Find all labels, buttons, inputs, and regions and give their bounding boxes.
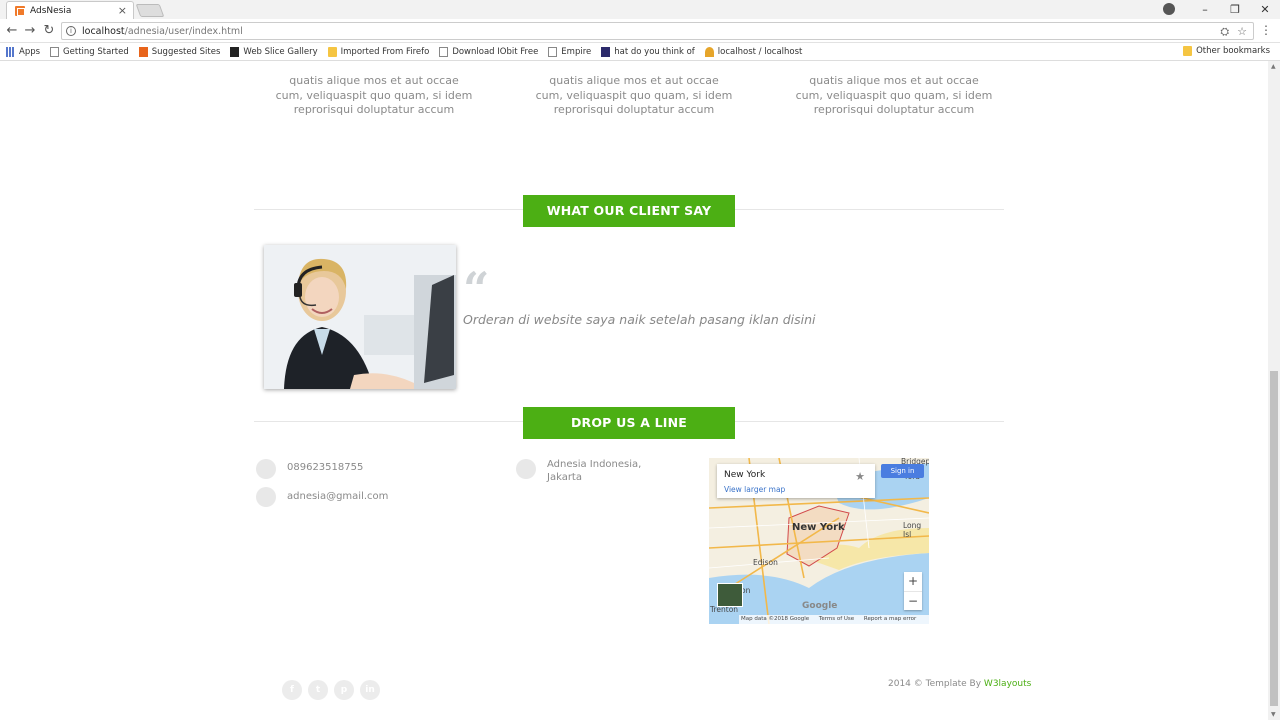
zoom-out-button[interactable]: −	[904, 591, 922, 610]
page-icon	[548, 46, 558, 57]
pinterest-icon[interactable]: p	[334, 680, 354, 700]
other-bookmarks[interactable]: Other bookmarks	[1183, 46, 1270, 56]
w3layouts-link[interactable]: W3layouts	[984, 679, 1031, 689]
feature-text-1: quatis alique mos et aut occae cum, veli…	[275, 74, 473, 116]
copyright-text: 2014 © Template By	[888, 679, 984, 689]
scroll-down-arrow-icon[interactable]: ▼	[1271, 711, 1276, 718]
folder-icon	[1183, 46, 1193, 56]
twitter-icon[interactable]: t	[308, 680, 328, 700]
address-bar[interactable]: i localhost/adnesia/user/index.html ⛭ ☆	[61, 22, 1254, 40]
map-city-label: New York	[792, 522, 845, 533]
reload-icon[interactable]: ↻	[41, 23, 57, 38]
satellite-toggle[interactable]	[717, 583, 743, 607]
restore-button[interactable]: ❐	[1220, 3, 1250, 16]
info-icon[interactable]: i	[66, 26, 76, 36]
scroll-up-arrow-icon[interactable]: ▲	[1271, 63, 1276, 70]
apps-icon	[6, 46, 15, 57]
map-report-link[interactable]: Report a map error	[864, 616, 916, 622]
browser-toolbar: ← → ↻ i localhost/adnesia/user/index.htm…	[0, 19, 1280, 43]
tab-close-icon[interactable]: ×	[118, 4, 127, 17]
page-icon	[439, 46, 449, 57]
bookmark-getting-started[interactable]: Getting Started	[50, 46, 129, 57]
close-window-button[interactable]: ✕	[1250, 3, 1280, 16]
phpmyadmin-icon	[704, 46, 714, 57]
browser-tab[interactable]: AdsNesia ×	[6, 1, 134, 19]
contact-address-line2: Jakarta	[547, 472, 582, 483]
location-pin-icon	[516, 459, 536, 479]
contact-address-line1: Adnesia Indonesia,	[547, 459, 642, 470]
bookmark-apps[interactable]: Apps	[6, 46, 40, 57]
client-photo	[264, 245, 456, 389]
map-label-long-island: Long Isl	[903, 521, 922, 539]
folder-icon	[327, 46, 337, 57]
client-photo-illustration	[264, 245, 456, 389]
testimonial-text: Orderan di website saya naik setelah pas…	[463, 312, 816, 327]
page-icon	[50, 46, 60, 57]
view-larger-map-link[interactable]: View larger map	[724, 485, 785, 494]
page-scrollbar[interactable]: ▲ ▼	[1268, 61, 1280, 720]
scrollbar-thumb[interactable]	[1270, 371, 1278, 706]
embedded-map[interactable]: New York Edison Long Isl Bridgepo ford o…	[709, 458, 929, 624]
new-tab-button[interactable]	[135, 4, 165, 17]
contact-email[interactable]: adnesia@gmail.com	[287, 490, 388, 503]
save-star-icon[interactable]: ★	[855, 470, 865, 483]
bookmark-download-iobit[interactable]: Download IObit Free	[439, 46, 538, 57]
back-icon[interactable]: ←	[4, 23, 20, 38]
bookmark-web-slice-gallery[interactable]: Web Slice Gallery	[230, 46, 318, 57]
bookmark-imported-firefox[interactable]: Imported From Firefo	[327, 46, 429, 57]
profile-icon[interactable]	[1163, 3, 1175, 15]
footer-copyright: 2014 © Template By W3layouts	[888, 679, 1031, 689]
bookmark-what-do-you-think[interactable]: hat do you think of	[601, 46, 695, 57]
page-viewport: quatis alique mos et aut occae cum, veli…	[0, 61, 1268, 720]
extension-icon[interactable]: ⛭	[1220, 25, 1229, 39]
contact-phone: 089623518755	[287, 462, 364, 473]
quote-icon: “	[463, 262, 490, 316]
phone-icon	[256, 459, 276, 479]
minimize-button[interactable]: –	[1190, 3, 1220, 16]
linkedin-icon[interactable]: in	[360, 680, 380, 700]
zoom-in-button[interactable]: +	[904, 572, 922, 591]
url-text: localhost/adnesia/user/index.html	[82, 26, 243, 37]
suggested-icon	[138, 46, 148, 57]
feature-text-2: quatis alique mos et aut occae cum, veli…	[535, 74, 733, 116]
tab-title: AdsNesia	[30, 5, 72, 16]
facebook-icon[interactable]: f	[282, 680, 302, 700]
contact-heading: DROP US A LINE	[523, 407, 735, 439]
bookmarks-bar: Apps Getting Started Suggested Sites Web…	[0, 43, 1280, 61]
bookmark-star-icon[interactable]: ☆	[1237, 25, 1247, 39]
browser-menu-icon[interactable]: ⋮	[1260, 23, 1272, 37]
map-zoom-control: + −	[904, 572, 922, 610]
url-host: localhost	[82, 25, 125, 37]
mail-icon	[256, 487, 276, 507]
bookmark-localhost[interactable]: localhost / localhost	[704, 46, 802, 57]
empire-icon	[601, 46, 611, 57]
map-label-edison: Edison	[753, 558, 778, 567]
map-place-card: New York View larger map ★	[717, 464, 875, 498]
forward-icon[interactable]: →	[22, 23, 38, 38]
bookmark-suggested-sites[interactable]: Suggested Sites	[138, 46, 220, 57]
map-data-credit: Map data ©2018 Google	[741, 616, 810, 622]
map-footer: Map data ©2018 Google Terms of Use Repor…	[739, 615, 929, 624]
bookmark-empire[interactable]: Empire	[548, 46, 591, 57]
testimonials-heading: WHAT OUR CLIENT SAY	[523, 195, 735, 227]
site-favicon-icon	[15, 5, 25, 16]
map-signin-button[interactable]: Sign in	[881, 464, 924, 478]
feature-text-3: quatis alique mos et aut occae cum, veli…	[795, 74, 993, 116]
window-controls: – ❐ ✕	[1190, 0, 1280, 19]
browser-tab-bar: AdsNesia × – ❐ ✕	[0, 0, 1280, 19]
map-terms-link[interactable]: Terms of Use	[819, 616, 854, 622]
google-logo: Google	[802, 601, 838, 611]
webslice-icon	[230, 46, 240, 57]
url-path: /adnesia/user/index.html	[124, 25, 243, 37]
map-place-title: New York	[724, 470, 766, 480]
